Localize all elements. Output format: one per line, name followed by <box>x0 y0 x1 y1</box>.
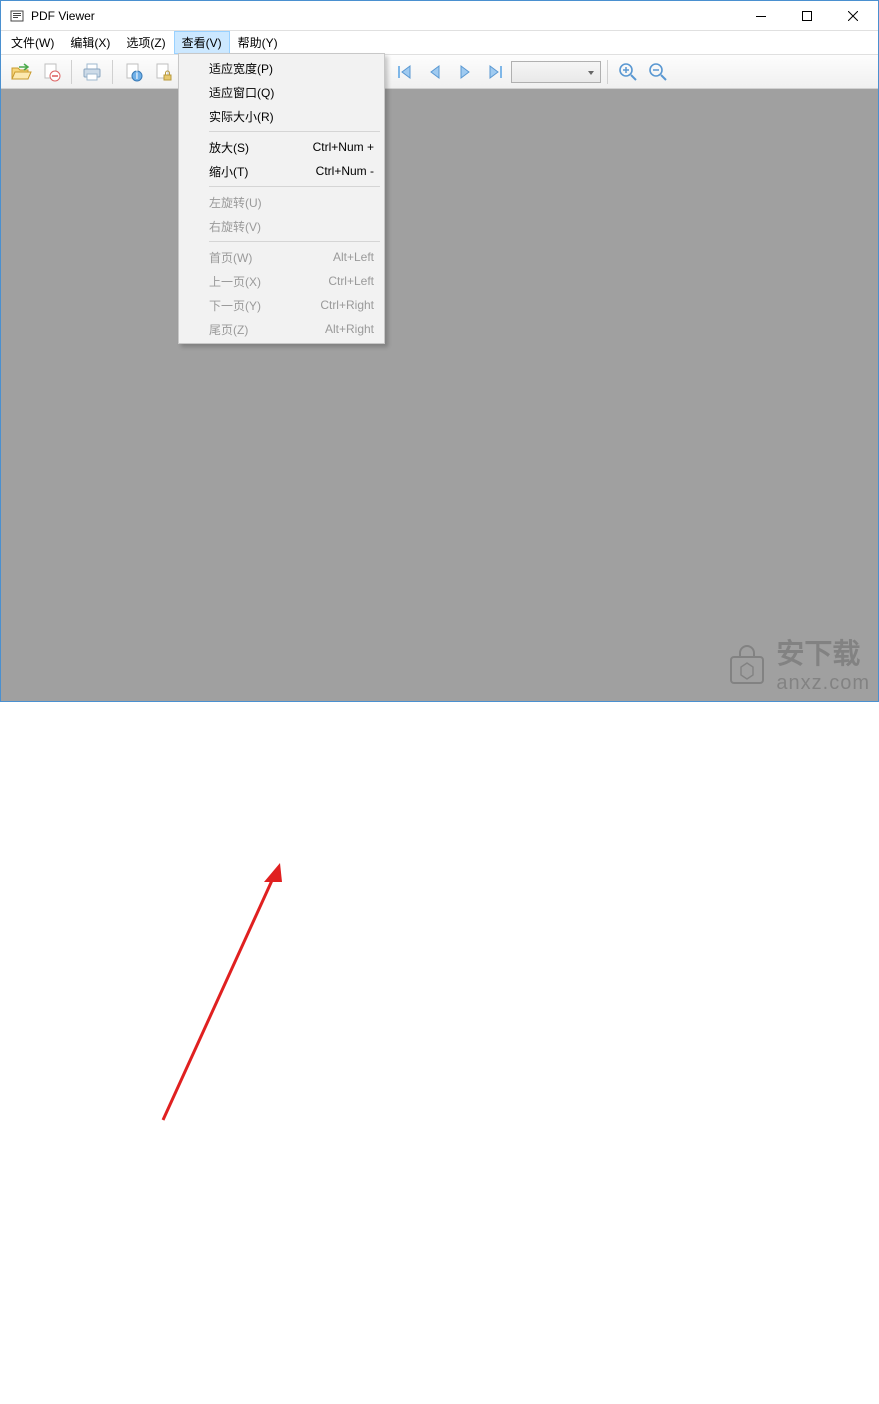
separator-icon <box>112 60 113 84</box>
menu-item-shortcut: Ctrl+Left <box>328 274 374 288</box>
annotation-arrow-icon <box>0 702 879 1404</box>
menu-item-label: 上一页(X) <box>209 273 261 290</box>
menu-fit-window[interactable]: 适应窗口(Q) <box>181 80 382 104</box>
watermark-line1: 安下载 <box>776 632 870 672</box>
menu-view[interactable]: 查看(V) <box>174 31 230 54</box>
svg-text:i: i <box>136 68 139 82</box>
menu-fit-width[interactable]: 适应宽度(P) <box>181 56 382 80</box>
menu-item-label: 适应窗口(Q) <box>209 84 274 101</box>
menu-item-shortcut: Alt+Right <box>325 322 374 336</box>
menu-file[interactable]: 文件(W) <box>3 31 62 54</box>
separator-icon <box>209 241 380 242</box>
watermark: 安下载 anxz.com <box>724 632 870 695</box>
menu-item-shortcut: Ctrl+Num - <box>316 164 374 178</box>
menu-options[interactable]: 选项(Z) <box>118 31 173 54</box>
app-icon <box>9 8 25 24</box>
menu-item-label: 缩小(T) <box>209 163 248 180</box>
titlebar: PDF Viewer <box>1 1 878 31</box>
menu-actual-size[interactable]: 实际大小(R) <box>181 104 382 128</box>
menu-first-page: 首页(W) Alt+Left <box>181 245 382 269</box>
separator-icon <box>607 60 608 84</box>
toolbar: i <box>1 55 878 89</box>
menu-prev-page: 上一页(X) Ctrl+Left <box>181 269 382 293</box>
zoom-out-button[interactable] <box>644 58 672 86</box>
prev-page-button[interactable] <box>421 58 449 86</box>
zoom-in-button[interactable] <box>614 58 642 86</box>
menubar: 文件(W) 编辑(X) 选项(Z) 查看(V) 帮助(Y) <box>1 31 878 55</box>
menu-item-label: 适应宽度(P) <box>209 60 273 77</box>
window: PDF Viewer 文件(W) 编辑(X) 选项(Z) 查看(V) 帮助(Y) <box>0 0 879 702</box>
watermark-text: 安下载 anxz.com <box>776 632 870 695</box>
minimize-button[interactable] <box>738 1 784 30</box>
maximize-button[interactable] <box>784 1 830 30</box>
menu-last-page: 尾页(Z) Alt+Right <box>181 317 382 341</box>
separator-icon <box>209 186 380 187</box>
separator-icon <box>209 131 380 132</box>
separator-icon <box>71 60 72 84</box>
first-page-button[interactable] <box>391 58 419 86</box>
bag-icon <box>724 641 770 687</box>
menu-item-label: 尾页(Z) <box>209 321 248 338</box>
menu-edit[interactable]: 编辑(X) <box>62 31 118 54</box>
doc-info-button[interactable]: i <box>119 58 147 86</box>
menu-next-page: 下一页(Y) Ctrl+Right <box>181 293 382 317</box>
menu-item-shortcut: Alt+Left <box>333 250 374 264</box>
open-button[interactable] <box>7 58 35 86</box>
menu-help[interactable]: 帮助(Y) <box>230 31 286 54</box>
doc-lock-button[interactable] <box>149 58 177 86</box>
print-button[interactable] <box>78 58 106 86</box>
menu-item-label: 实际大小(R) <box>209 108 274 125</box>
menu-rotate-right: 右旋转(V) <box>181 214 382 238</box>
menu-item-shortcut: Ctrl+Right <box>320 298 374 312</box>
menu-item-label: 放大(S) <box>209 139 249 156</box>
last-page-button[interactable] <box>481 58 509 86</box>
menu-zoom-out[interactable]: 缩小(T) Ctrl+Num - <box>181 159 382 183</box>
menu-item-label: 下一页(Y) <box>209 297 261 314</box>
menu-item-label: 首页(W) <box>209 249 252 266</box>
next-page-button[interactable] <box>451 58 479 86</box>
menu-item-label: 右旋转(V) <box>209 218 261 235</box>
menu-item-label: 左旋转(U) <box>209 194 262 211</box>
page-select[interactable] <box>511 61 601 83</box>
menu-rotate-left: 左旋转(U) <box>181 190 382 214</box>
menu-zoom-in[interactable]: 放大(S) Ctrl+Num + <box>181 135 382 159</box>
close-doc-button[interactable] <box>37 58 65 86</box>
window-title: PDF Viewer <box>31 9 738 23</box>
content-area: 安下载 anxz.com <box>1 89 878 701</box>
view-dropdown: 适应宽度(P) 适应窗口(Q) 实际大小(R) 放大(S) Ctrl+Num +… <box>178 53 385 344</box>
watermark-line2: anxz.com <box>776 672 870 695</box>
close-button[interactable] <box>830 1 876 30</box>
menu-item-shortcut: Ctrl+Num + <box>313 140 374 154</box>
